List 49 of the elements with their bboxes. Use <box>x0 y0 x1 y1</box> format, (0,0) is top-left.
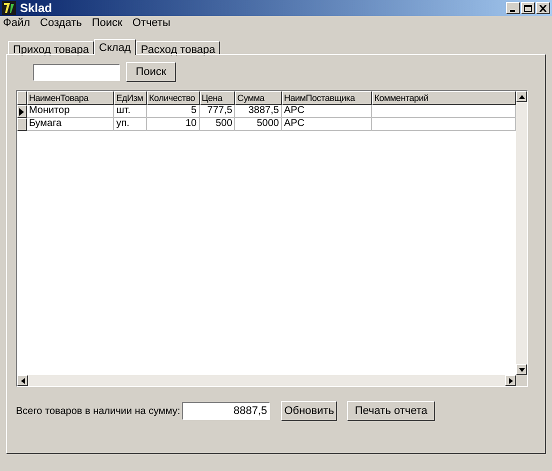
search-button[interactable]: Поиск <box>126 62 176 82</box>
table-cell: Монитор <box>26 105 114 118</box>
scrollbar-corner <box>516 375 527 386</box>
app-logo-icon <box>2 1 16 15</box>
table-cell: 5000 <box>235 118 282 131</box>
close-button[interactable] <box>536 2 550 14</box>
vertical-scrollbar[interactable] <box>516 91 527 375</box>
column-header[interactable]: Комментарий <box>372 91 516 105</box>
column-header[interactable]: НаименТовара <box>26 91 114 105</box>
minimize-button[interactable] <box>506 2 520 14</box>
maximize-button[interactable] <box>521 2 535 14</box>
table-cell: 777,5 <box>200 105 236 118</box>
menu-item[interactable]: Файл <box>3 14 30 32</box>
column-header[interactable]: НаимПоставщика <box>282 91 372 105</box>
refresh-button[interactable]: Обновить <box>281 401 338 421</box>
maximize-icon <box>524 4 532 12</box>
total-field[interactable]: 8887,5 <box>182 402 270 420</box>
table-cell: 3887,5 <box>235 105 282 118</box>
table-cell: 10 <box>146 118 200 131</box>
window-title: Sklad <box>20 0 52 17</box>
table-cell: шт. <box>114 105 147 118</box>
scroll-right-icon <box>508 378 512 384</box>
close-icon <box>539 4 547 12</box>
table-cell: APC <box>282 105 372 118</box>
table-cell: 500 <box>200 118 236 131</box>
total-label: Всего товаров в наличии на сумму: <box>16 404 180 418</box>
table-cell: 5 <box>146 105 200 118</box>
print-report-button[interactable]: Печать отчета <box>347 401 436 421</box>
scroll-left-icon <box>20 378 24 384</box>
row-indicator[interactable] <box>17 105 27 118</box>
scroll-down-icon <box>518 368 524 372</box>
row-indicator[interactable] <box>17 118 27 131</box>
menu-item[interactable]: Поиск <box>92 14 122 32</box>
column-header[interactable]: ЕдИзм <box>114 91 147 105</box>
table-cell: уп. <box>114 118 147 131</box>
scroll-up-icon <box>518 94 524 98</box>
tab[interactable]: Расход товара <box>136 41 220 55</box>
table-cell: Бумага <box>26 118 114 131</box>
search-field[interactable] <box>33 64 120 80</box>
tab[interactable]: Приход товара <box>8 41 94 55</box>
column-header[interactable]: Количество <box>146 91 200 105</box>
table-cell: APC <box>282 118 372 131</box>
column-header[interactable]: Сумма <box>235 91 282 105</box>
menu-item[interactable]: Отчеты <box>132 14 170 32</box>
horizontal-scrollbar[interactable] <box>17 375 516 386</box>
column-header[interactable]: Цена <box>200 91 236 105</box>
menu-item[interactable]: Создать <box>40 14 82 32</box>
tab[interactable]: Склад <box>94 39 136 55</box>
current-row-icon <box>19 108 24 116</box>
